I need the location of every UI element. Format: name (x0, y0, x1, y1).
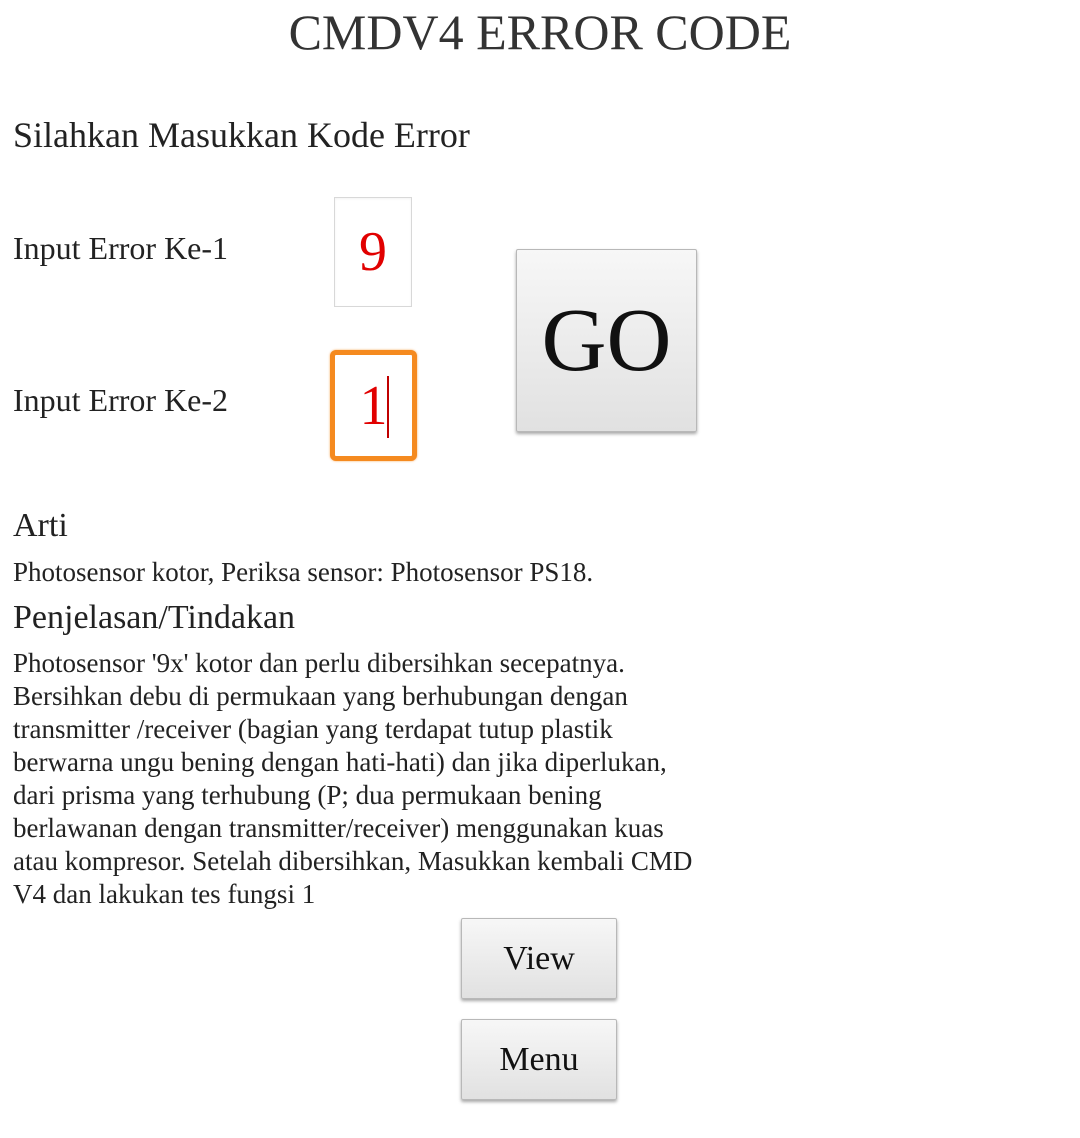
input-prompt: Silahkan Masukkan Kode Error (13, 115, 470, 155)
action-heading: Penjelasan/Tindakan (13, 599, 296, 636)
action-text-line: berlawanan dengan transmitter/receiver) … (13, 813, 664, 843)
go-button[interactable]: GO (516, 249, 697, 432)
input-error-2-label: Input Error Ke-2 (13, 382, 229, 418)
action-text-line: transmitter /receiver (bagian yang terda… (13, 714, 613, 744)
error-code-input-1[interactable] (334, 197, 412, 307)
input-error-1-label: Input Error Ke-1 (13, 230, 229, 266)
menu-button[interactable]: Menu (461, 1019, 617, 1100)
action-text-line: berwarna ungu bening dengan hati-hati) d… (13, 747, 667, 777)
text-cursor (387, 376, 389, 438)
action-text-line: Photosensor '9x' kotor dan perlu dibersi… (13, 648, 625, 678)
meaning-text: Photosensor kotor, Periksa sensor: Photo… (13, 557, 594, 587)
error-code-input-2[interactable] (330, 350, 417, 461)
action-text-line: dari prisma yang terhubung (P; dua permu… (13, 780, 602, 810)
action-text-line: atau kompresor. Setelah dibersihkan, Mas… (13, 846, 693, 876)
page-title: CMDV4 ERROR CODE (288, 4, 792, 60)
action-text: Photosensor '9x' kotor dan perlu dibersi… (13, 647, 783, 911)
action-text-line: V4 dan lakukan tes fungsi 1 (13, 879, 316, 909)
meaning-heading: Arti (13, 507, 68, 544)
view-button[interactable]: View (461, 918, 617, 999)
action-text-line: Bersihkan debu di permukaan yang berhubu… (13, 681, 628, 711)
